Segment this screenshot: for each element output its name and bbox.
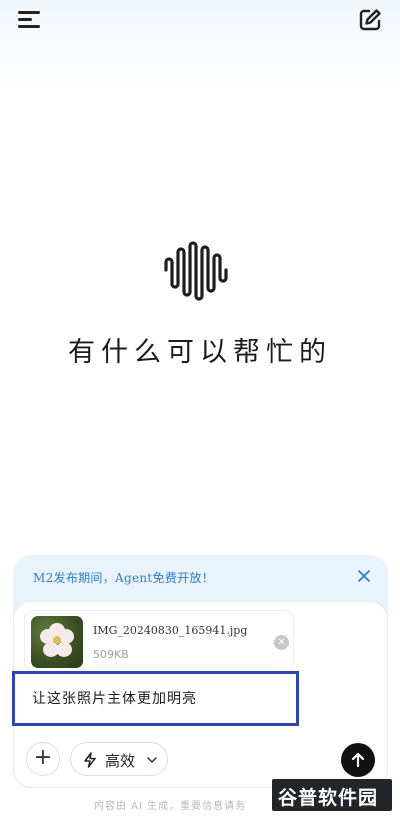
ai-disclaimer: 内容由 AI 生成，重要信息请务 — [94, 801, 247, 812]
close-icon[interactable] — [356, 568, 372, 584]
greeting-title: 有什么可以帮忙的 — [68, 337, 332, 368]
prompt-input-highlight[interactable]: 让这张照片主体更加明亮 — [12, 671, 299, 726]
remove-circle-icon[interactable]: ✕ — [274, 635, 289, 650]
sound-wave-logo-icon — [164, 241, 228, 301]
attachment-file-name: IMG_20240830_165941.jpg — [93, 624, 248, 637]
attachment-chip[interactable]: IMG_20240830_165941.jpg 509KB ✕ — [24, 610, 294, 672]
flower-photo-thumbnail — [31, 616, 83, 668]
edit-square-icon — [359, 9, 381, 31]
top-background — [0, 0, 400, 90]
attachment-file-size: 509KB — [93, 648, 129, 661]
arrow-up-icon — [351, 752, 365, 768]
prompt-input-text: 让这张照片主体更加明亮 — [32, 691, 197, 707]
composer-panel: M2发布期间，Agent免费开放！ IMG_20240830_165941.jp… — [12, 555, 388, 788]
add-attachment-button[interactable]: + — [26, 742, 60, 776]
new-chat-button[interactable] — [357, 7, 383, 33]
menu-button[interactable] — [18, 8, 44, 32]
send-button[interactable] — [341, 743, 375, 777]
hamburger-menu-icon — [18, 11, 40, 14]
mode-selector-button[interactable]: 高效 — [70, 742, 168, 776]
watermark-logo: 谷普软件园 — [272, 779, 392, 811]
lightning-icon — [84, 752, 96, 768]
watermark-text: 谷普软件园 — [278, 787, 379, 809]
promo-banner-text: M2发布期间，Agent免费开放！ — [33, 571, 215, 585]
chevron-down-icon — [147, 757, 157, 763]
mode-label: 高效 — [105, 752, 136, 770]
input-card: IMG_20240830_165941.jpg 509KB ✕ 让这张照片主体更… — [12, 601, 388, 788]
